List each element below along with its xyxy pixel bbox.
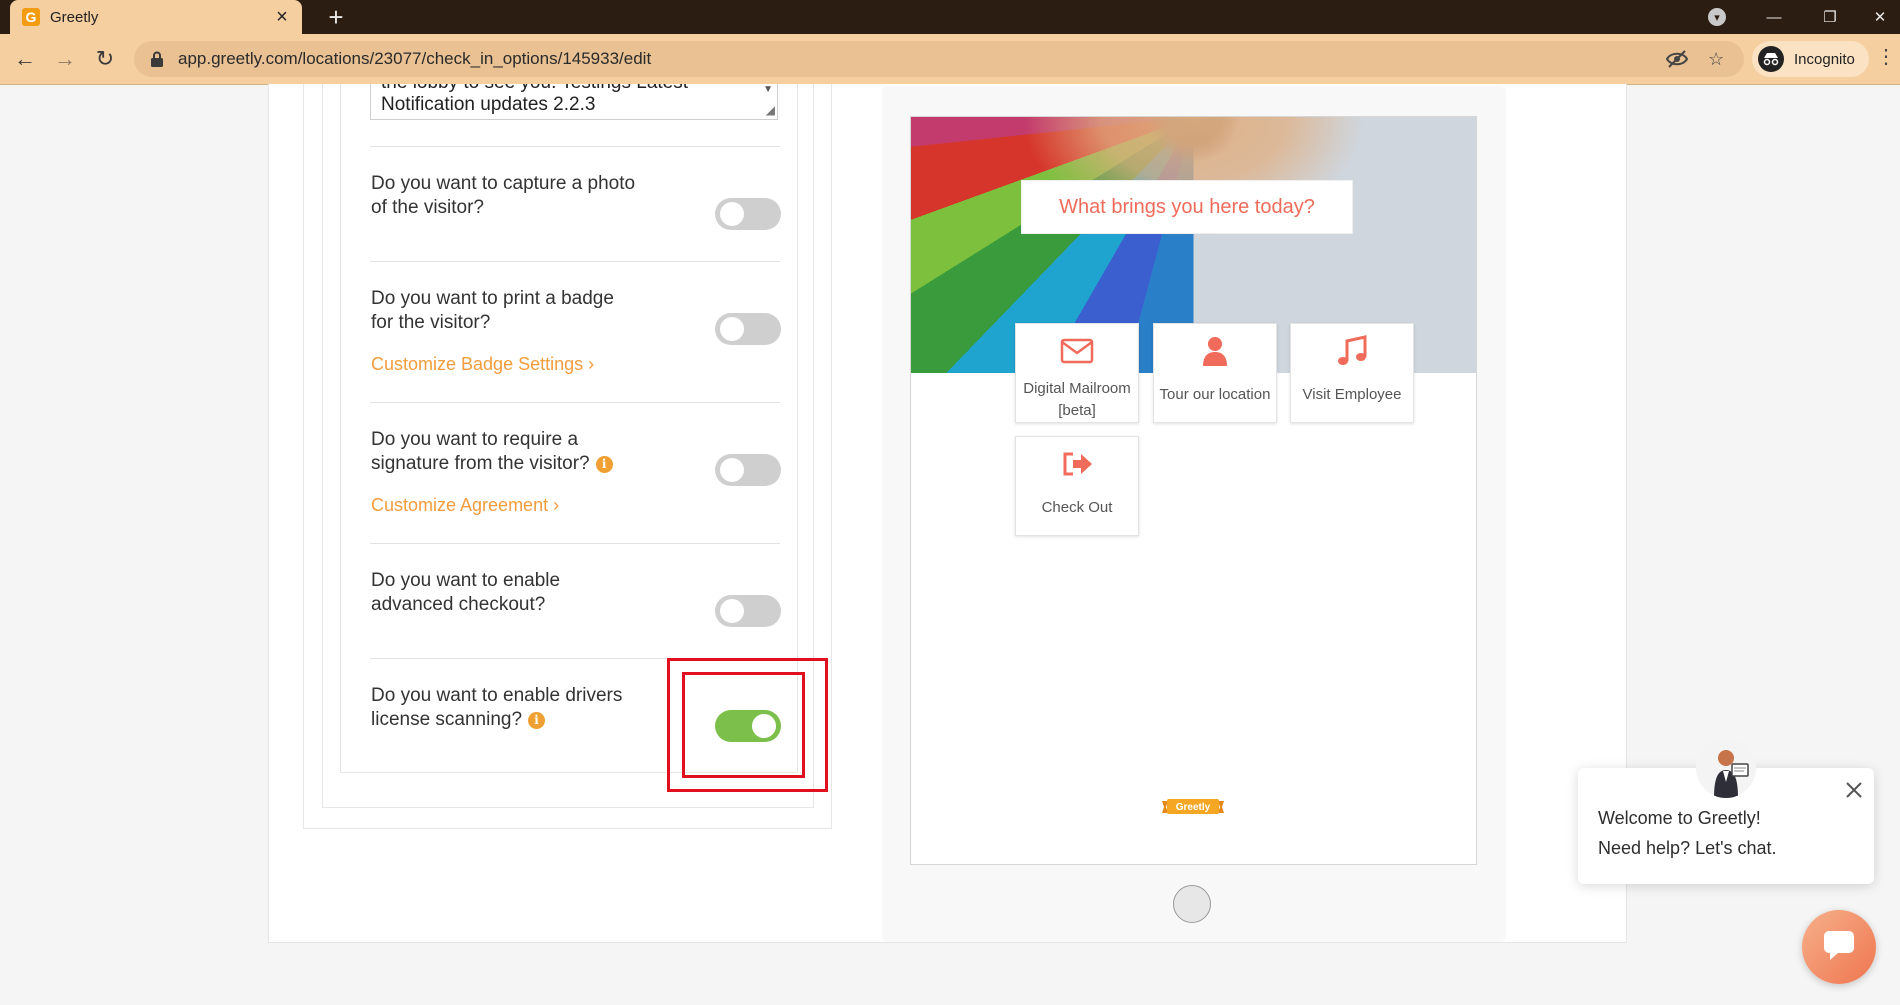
envelope-icon — [1016, 334, 1138, 368]
address-bar[interactable]: app.greetly.com/locations/23077/check_in… — [134, 41, 1744, 77]
question-text: Do you want to require a — [371, 429, 579, 450]
chat-agent-avatar — [1696, 738, 1756, 798]
greetly-favicon-icon: G — [22, 8, 40, 26]
question-text: advanced checkout? — [371, 594, 546, 615]
advanced-checkout-toggle[interactable] — [715, 595, 781, 627]
tile-label: Tour our location — [1159, 386, 1271, 403]
reload-icon[interactable]: ↻ — [90, 44, 120, 74]
eye-off-icon[interactable] — [1665, 49, 1689, 74]
tab-close-icon[interactable]: × — [270, 6, 294, 29]
chat-bubble-icon — [1822, 929, 1856, 966]
chat-close-icon[interactable] — [1842, 778, 1866, 802]
question-advanced-checkout: Do you want to enable advanced checkout? — [371, 569, 671, 617]
tile-digital-mailroom[interactable]: Digital Mailroom [beta] — [1015, 323, 1139, 423]
tile-label: Digital Mailroom [beta] — [1023, 380, 1131, 419]
tab-title: Greetly — [50, 8, 99, 26]
print-badge-toggle[interactable] — [715, 313, 781, 345]
capture-photo-toggle[interactable] — [715, 198, 781, 230]
toggle-knob — [720, 202, 744, 226]
divider — [370, 402, 780, 403]
require-signature-toggle[interactable] — [715, 454, 781, 486]
chat-launcher-button[interactable] — [1802, 910, 1876, 984]
highlight-annotation-inner — [682, 672, 805, 778]
greetly-logo: Greetly — [1162, 797, 1224, 817]
kiosk-home-button[interactable] — [1173, 885, 1211, 923]
toggle-knob — [720, 317, 744, 341]
lock-icon — [150, 51, 166, 67]
browser-tab[interactable]: G Greetly × — [10, 0, 302, 34]
question-drivers-license-scanning: Do you want to enable drivers license sc… — [371, 684, 671, 732]
divider — [370, 261, 780, 262]
tab-search-icon[interactable]: ▾ — [1708, 8, 1726, 26]
toggle-knob — [720, 458, 744, 482]
textarea-resize-icon[interactable]: ◢ — [766, 103, 775, 117]
music-note-icon — [1291, 334, 1413, 368]
person-icon — [1154, 334, 1276, 368]
question-text: Do you want to enable — [371, 570, 561, 591]
restore-icon[interactable]: ❐ — [1808, 0, 1852, 34]
incognito-indicator[interactable]: Incognito — [1752, 41, 1869, 77]
tile-tour-location[interactable]: Tour our location — [1153, 323, 1277, 423]
question-text: signature from the visitor? — [371, 453, 590, 474]
browser-tab-bar: G Greetly × + ▾ — ❐ ✕ — [0, 0, 1900, 34]
info-icon[interactable]: i — [528, 711, 546, 729]
tile-check-out[interactable]: Check Out — [1015, 436, 1139, 536]
textarea-line-2: Notification updates 2.2.3 — [381, 94, 596, 115]
info-icon[interactable]: i — [595, 455, 613, 473]
question-text: Do you want to capture a photo — [371, 173, 636, 194]
question-text: for the visitor? — [371, 312, 491, 333]
question-require-signature: Do you want to require a signature from … — [371, 428, 671, 476]
tile-visit-employee[interactable]: Visit Employee — [1290, 323, 1414, 423]
minimize-icon[interactable]: — — [1752, 0, 1796, 34]
textarea-scroll-down-icon[interactable]: ▼ — [763, 84, 773, 95]
question-print-badge: Do you want to print a badge for the vis… — [371, 287, 671, 335]
forward-arrow-icon[interactable]: → — [50, 44, 80, 74]
toggle-knob — [720, 599, 744, 623]
incognito-label: Incognito — [1794, 50, 1855, 68]
question-text: Do you want to enable drivers — [371, 685, 623, 706]
question-text: Do you want to print a badge — [371, 288, 614, 309]
browser-toolbar: ← → ↻ app.greetly.com/locations/23077/ch… — [0, 34, 1900, 85]
customize-agreement-link[interactable]: Customize Agreement › — [371, 495, 559, 516]
divider — [370, 543, 780, 544]
question-capture-photo: Do you want to capture a photo of the vi… — [371, 172, 671, 220]
incognito-icon — [1758, 46, 1784, 72]
new-tab-plus-icon[interactable]: + — [322, 2, 350, 33]
chat-help-text: Need help? Let's chat. — [1598, 838, 1777, 858]
customize-badge-settings-link[interactable]: Customize Badge Settings › — [371, 354, 594, 375]
question-text: license scanning? — [371, 709, 523, 730]
chat-welcome-text: Welcome to Greetly! — [1598, 808, 1761, 828]
back-arrow-icon[interactable]: ← — [10, 44, 40, 74]
question-text: of the visitor? — [371, 197, 484, 218]
svg-text:Greetly: Greetly — [1176, 802, 1211, 813]
star-bookmark-icon[interactable]: ☆ — [1708, 49, 1724, 70]
close-window-icon[interactable]: ✕ — [1858, 0, 1900, 34]
preview-title: What brings you here today? — [1021, 180, 1353, 234]
browser-menu-icon[interactable]: ⋮ — [1876, 44, 1896, 69]
tile-label: Check Out — [1041, 499, 1113, 516]
welcome-message-textarea[interactable]: the lobby to see you. Testings Latest No… — [370, 84, 778, 120]
textarea-line-1: the lobby to see you. Testings Latest — [381, 84, 688, 94]
url-text: app.greetly.com/locations/23077/check_in… — [178, 49, 652, 68]
divider — [370, 146, 780, 147]
tile-label: Visit Employee — [1302, 386, 1402, 403]
sign-out-icon — [1016, 447, 1138, 481]
